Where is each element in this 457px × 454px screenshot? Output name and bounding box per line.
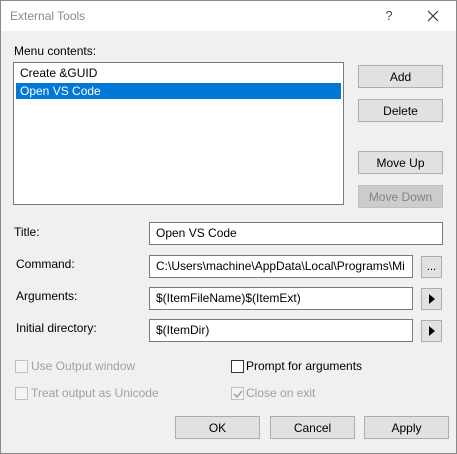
title-bar: External Tools ? [1,1,456,31]
cancel-button[interactable]: Cancel [270,416,355,439]
help-button[interactable]: ? [377,4,401,28]
command-label: Command: [16,257,75,271]
move-up-button[interactable]: Move Up [358,151,443,174]
list-item-create-guid[interactable]: Create &GUID [16,65,341,81]
initial-directory-macro-button[interactable] [421,320,442,342]
apply-button[interactable]: Apply [364,416,449,439]
arguments-field[interactable]: $(ItemFileName)$(ItemExt) [149,287,413,310]
arguments-macro-button[interactable] [421,288,442,310]
title-field[interactable]: Open VS Code [149,222,443,245]
list-item-open-vs-code[interactable]: Open VS Code [16,83,341,99]
arguments-label: Arguments: [16,289,78,303]
menu-contents-label: Menu contents: [14,44,97,58]
use-output-window-label: Use Output window [31,359,136,373]
add-button[interactable]: Add [358,65,443,88]
prompt-for-arguments-checkbox[interactable] [231,360,244,373]
initial-directory-field[interactable]: $(ItemDir) [149,319,413,342]
window-title: External Tools [10,9,86,23]
close-on-exit-checkbox[interactable] [231,387,244,400]
external-tools-dialog: External Tools ? Menu contents: Create &… [0,0,457,454]
menu-contents-list[interactable]: Create &GUID Open VS Code [13,62,344,205]
prompt-for-arguments-label: Prompt for arguments [246,359,363,373]
move-down-button[interactable]: Move Down [358,185,443,208]
delete-button[interactable]: Delete [358,99,443,122]
browse-command-button[interactable]: ... [421,256,442,278]
close-button[interactable] [419,4,447,28]
checkmark-icon [233,390,243,399]
command-field[interactable]: C:\Users\machine\AppData\Local\Programs\… [149,255,413,278]
treat-output-unicode-checkbox[interactable] [15,387,28,400]
play-arrow-icon [428,326,435,336]
treat-output-unicode-label: Treat output as Unicode [31,386,159,400]
use-output-window-checkbox[interactable] [15,360,28,373]
ok-button[interactable]: OK [175,416,260,439]
title-label: Title: [14,225,40,239]
close-icon [427,10,439,22]
play-arrow-icon [428,294,435,304]
initial-directory-label: Initial directory: [16,321,97,335]
close-on-exit-label: Close on exit [246,386,316,400]
